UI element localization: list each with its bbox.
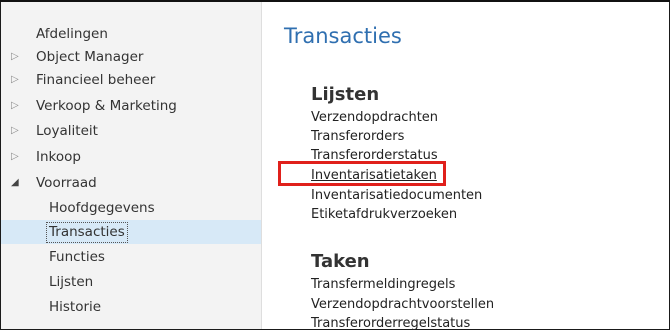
- expand-arrow-icon[interactable]: ▷: [11, 45, 23, 69]
- expand-arrow-icon[interactable]: ▷: [11, 68, 23, 92]
- nav-child-label: Transacties: [46, 222, 128, 243]
- collapse-arrow-icon[interactable]: ◢: [11, 171, 23, 195]
- nav-child-label: Functies: [49, 249, 105, 265]
- nav-item-inkoop[interactable]: ▷ Inkoop: [1, 145, 261, 169]
- expand-arrow-icon[interactable]: ▷: [11, 119, 23, 143]
- nav-item-label: Inkoop: [36, 149, 81, 165]
- page-title: Transacties: [284, 24, 402, 48]
- section-title-taken: Taken: [311, 251, 370, 272]
- nav-item-loyaliteit[interactable]: ▷ Loyaliteit: [1, 119, 261, 143]
- link-transfermeldingregels[interactable]: Transfermeldingregels: [311, 277, 455, 293]
- nav-item-financieel-beheer[interactable]: ▷ Financieel beheer: [1, 68, 261, 92]
- nav-child-label: Lijsten: [49, 274, 94, 290]
- expand-arrow-icon[interactable]: ▷: [11, 145, 23, 169]
- nav-item-label: Object Manager: [36, 49, 144, 65]
- navigation-pane: Afdelingen ▷ Object Manager ▷ Financieel…: [1, 2, 261, 329]
- nav-child-functies[interactable]: Functies: [1, 245, 261, 269]
- link-transferorders[interactable]: Transferorders: [311, 129, 404, 145]
- nav-item-voorraad[interactable]: ◢ Voorraad: [1, 171, 261, 195]
- nav-child-label: Hoofdgegevens: [49, 200, 155, 216]
- nav-child-hoofdgegevens[interactable]: Hoofdgegevens: [1, 196, 261, 220]
- nav-item-object-manager[interactable]: ▷ Object Manager: [1, 45, 261, 69]
- highlight-box: [278, 161, 446, 186]
- section-title-lijsten: Lijsten: [311, 84, 380, 105]
- nav-child-transacties[interactable]: Transacties: [1, 220, 261, 244]
- link-inventarisatiedocumenten[interactable]: Inventarisatiedocumenten: [311, 188, 482, 204]
- nav-item-label: Financieel beheer: [36, 72, 156, 88]
- expand-arrow-icon[interactable]: ▷: [11, 94, 23, 118]
- nav-child-label: Historie: [49, 299, 102, 315]
- nav-item-label: Loyaliteit: [36, 123, 98, 139]
- nav-item-afdelingen[interactable]: Afdelingen: [1, 22, 261, 46]
- nav-item-label: Afdelingen: [36, 26, 108, 42]
- nav-item-label: Voorraad: [36, 175, 97, 191]
- nav-child-lijsten[interactable]: Lijsten: [1, 270, 261, 294]
- nav-item-label: Verkoop & Marketing: [36, 98, 177, 114]
- link-etiketafdrukverzoeken[interactable]: Etiketafdrukverzoeken: [311, 207, 457, 223]
- nav-child-historie[interactable]: Historie: [1, 295, 261, 319]
- nav-item-verkoop-marketing[interactable]: ▷ Verkoop & Marketing: [1, 94, 261, 118]
- link-verzendopdrachten[interactable]: Verzendopdrachten: [311, 110, 438, 126]
- link-verzendopdrachtvoorstellen[interactable]: Verzendopdrachtvoorstellen: [311, 297, 494, 313]
